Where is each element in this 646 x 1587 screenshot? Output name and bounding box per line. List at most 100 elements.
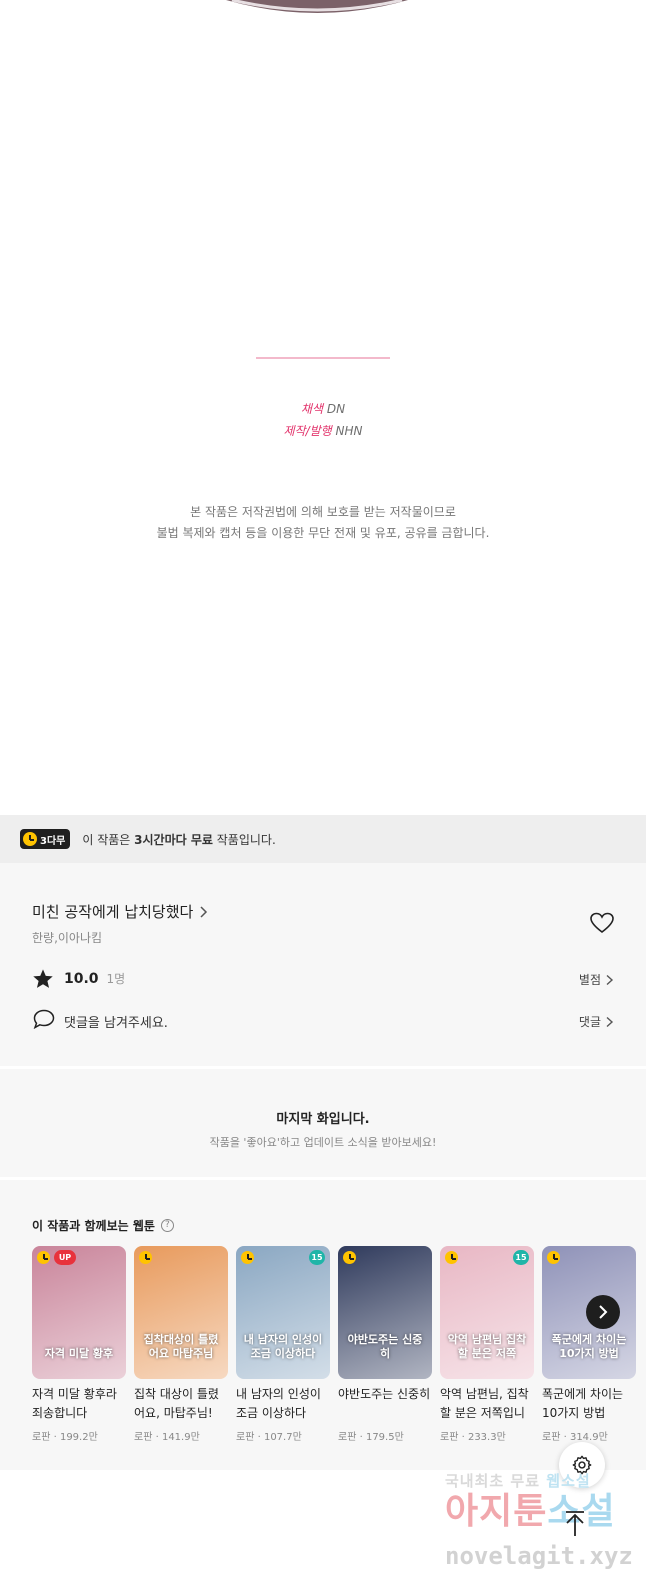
recommendation-meta: 로판 · 233.3만 (440, 1432, 506, 1443)
clock-icon (241, 1251, 254, 1264)
recommendation-cover: 내 남자의 인성이 조금 이상하다 15 (236, 1246, 330, 1379)
copyright-line-1: 본 작품은 저작권법에 의해 보호를 받는 저작물이므로 (190, 505, 456, 519)
art-name: DN (326, 402, 346, 416)
publisher-role: 제작/발행 (283, 424, 332, 438)
watermark-brand: 아지툰 (445, 1491, 548, 1532)
clock-icon (343, 1251, 356, 1264)
cover-title-art: 악역 남편님 집착할 분은 저쪽 (447, 1333, 527, 1360)
chevron-right-icon (599, 1305, 608, 1319)
episode-image-bottom (0, 0, 646, 230)
recommendation-card[interactable]: 집착대상이 틀렸어요 마탑주님집착 대상이 틀렸어요, 마탑주님! 로판 · 14… (134, 1246, 228, 1443)
age-rating-badge: 15 (513, 1250, 529, 1265)
publisher-name: NHN (335, 424, 363, 438)
art-role: 채색 (300, 402, 324, 416)
watermark-url: novelagit.xyz (445, 1542, 633, 1570)
cover-title-art: 폭군에게 차이는 10가지 방법 (551, 1333, 627, 1360)
recommendation-cover: 악역 남편님 집착할 분은 저쪽 15 (440, 1246, 534, 1379)
free-banner-text-post: 작품입니다. (212, 832, 276, 847)
clock-icon (23, 832, 37, 846)
watermark-line2: 웹소설 (546, 1472, 591, 1490)
recommendation-meta: 로판 · 141.9만 (134, 1432, 200, 1443)
recommendation-meta: 로판 · 179.5만 (338, 1432, 404, 1443)
recommendation-card[interactable]: 자격 미달 황후 UP 자격 미달 황후라 죄송합니다로판 · 199.2만 (32, 1246, 126, 1443)
clock-icon (37, 1251, 50, 1264)
recommendation-views: 179.5만 (365, 1432, 404, 1443)
free-badge-label: 3다무 (40, 835, 66, 847)
recommendation-genre: 로판 (134, 1432, 153, 1443)
comment-bubble-icon (33, 1009, 55, 1029)
star-icon (33, 969, 53, 988)
recommendation-card[interactable]: 내 남자의 인성이 조금 이상하다 15 내 남자의 인성이 조금 이상하다로판 ·… (236, 1246, 330, 1443)
rating-summary: 10.0 1명 (64, 970, 125, 987)
recommendation-views: 199.2만 (59, 1432, 98, 1443)
recommendation-title: 내 남자의 인성이 조금 이상하다 (236, 1387, 321, 1420)
copyright-line-2: 불법 복제와 캡처 등을 이용한 무단 전재 및 유포, 공유를 금합니다. (156, 526, 490, 540)
recommendation-views: 233.3만 (467, 1432, 506, 1443)
recommendations-header: 이 작품과 함께보는 웹툰 ? (32, 1217, 174, 1234)
rate-button-label: 별점 (578, 973, 601, 987)
recommendation-cover: 집착대상이 틀렸어요 마탑주님 (134, 1246, 228, 1379)
work-title-link[interactable]: 미친 공작에게 납치당했다 (32, 901, 208, 922)
carousel-next-button[interactable] (586, 1295, 620, 1329)
recommendation-meta: 로판 · 107.7만 (236, 1432, 302, 1443)
work-title: 미친 공작에게 납치당했다 (32, 903, 194, 921)
recommendation-views: 141.9만 (161, 1432, 200, 1443)
chevron-right-icon (606, 974, 614, 985)
free-banner-text: 이 작품은 3시간마다 무료 작품입니다. (82, 831, 275, 848)
watermark-line1: 국내최초 무료 (445, 1472, 541, 1490)
recommendation-meta: 로판 · 199.2만 (32, 1432, 98, 1443)
free-banner-text-bold: 3시간마다 무료 (134, 832, 213, 847)
rating-value: 10.0 (64, 971, 99, 987)
chevron-right-icon (606, 1016, 614, 1027)
heart-icon[interactable] (590, 912, 614, 934)
work-info-panel: 미친 공작에게 납치당했다 한량,이아나킴 10.0 1명 별점 댓글을 남겨주… (0, 863, 646, 1066)
last-episode-subtitle: 작품을 '좋아요'하고 업데이트 소식을 받아보세요! (209, 1136, 437, 1149)
recommendation-meta: 로판 · 314.9만 (542, 1432, 608, 1443)
arrow-up-icon[interactable] (563, 1510, 587, 1538)
recommendation-card[interactable]: 폭군에게 차이는 10가지 방법 폭군에게 차이는 10가지 방법 로판 · 314… (542, 1246, 636, 1443)
up-badge: UP (54, 1250, 76, 1265)
help-icon[interactable]: ? (160, 1219, 174, 1232)
last-episode-notice: 마지막 화입니다. 작품을 '좋아요'하고 업데이트 소식을 받아보세요! (0, 1069, 646, 1177)
age-rating-badge: 15 (309, 1250, 325, 1265)
copyright-notice: 본 작품은 저작권법에 의해 보호를 받는 저작물이므로 불법 복제와 캡처 등… (0, 502, 646, 544)
cover-title-art: 내 남자의 인성이 조금 이상하다 (243, 1333, 323, 1360)
last-episode-title: 마지막 화입니다. (276, 1112, 370, 1127)
recommendation-title: 폭군에게 차이는 10가지 방법 (542, 1387, 624, 1420)
work-authors: 한량,이아나킴 (32, 931, 103, 945)
recommendation-card[interactable]: 야반도주는 신중히 야반도주는 신중히 로판 · 179.5만 (338, 1246, 432, 1443)
recommendation-genre: 로판 (440, 1432, 459, 1443)
divider-line (256, 357, 390, 359)
cover-title-art: 야반도주는 신중히 (347, 1333, 423, 1360)
cover-title-art: 자격 미달 황후 (44, 1347, 114, 1360)
free-badge: 3다무 (20, 829, 71, 849)
recommendation-cover: 자격 미달 황후 UP (32, 1246, 126, 1379)
clock-icon (445, 1251, 458, 1264)
recommendation-views: 314.9만 (569, 1432, 608, 1443)
rating-count: 1명 (106, 972, 126, 986)
free-every-3h-banner: 3다무 이 작품은 3시간마다 무료 작품입니다. (0, 815, 646, 863)
rate-button[interactable]: 별점 (579, 971, 614, 988)
clock-icon (547, 1251, 560, 1264)
recommendation-card[interactable]: 악역 남편님 집착할 분은 저쪽 15 악역 남편님, 집착할 분은 저쪽입니다로판… (440, 1246, 534, 1443)
recommendation-genre: 로판 (542, 1432, 561, 1443)
recommendation-title: 자격 미달 황후라 죄송합니다 (32, 1387, 117, 1420)
clock-icon (139, 1251, 152, 1264)
recommendations-heading: 이 작품과 함께보는 웹툰 (32, 1219, 155, 1233)
recommendation-genre: 로판 (338, 1432, 357, 1443)
recommendation-cover: 야반도주는 신중히 (338, 1246, 432, 1379)
chevron-right-icon (200, 905, 208, 918)
site-watermark: 국내최초 무료 웹소설 아지툰소설 novelagit.xyz (445, 1468, 645, 1587)
free-banner-text-pre: 이 작품은 (82, 832, 135, 847)
recommendation-genre: 로판 (32, 1432, 51, 1443)
recommendation-genre: 로판 (236, 1432, 255, 1443)
recommendations-section: 이 작품과 함께보는 웹툰 ? 자격 미달 황후 UP 자격 미달 황후라 죄송합니… (0, 1180, 646, 1470)
comment-button-label: 댓글 (578, 1015, 601, 1029)
recommendation-title: 악역 남편님, 집착할 분은 저쪽입니다 (440, 1387, 529, 1420)
comment-button[interactable]: 댓글 (579, 1013, 614, 1030)
recommendation-title: 집착 대상이 틀렸어요, 마탑주님! (134, 1387, 219, 1420)
recommendation-views: 107.7만 (263, 1432, 302, 1443)
credits: 채색 DN 제작/발행 NHN (0, 398, 646, 442)
recommendation-title: 야반도주는 신중히 (338, 1387, 431, 1401)
comment-prompt[interactable]: 댓글을 남겨주세요. (64, 1012, 168, 1031)
